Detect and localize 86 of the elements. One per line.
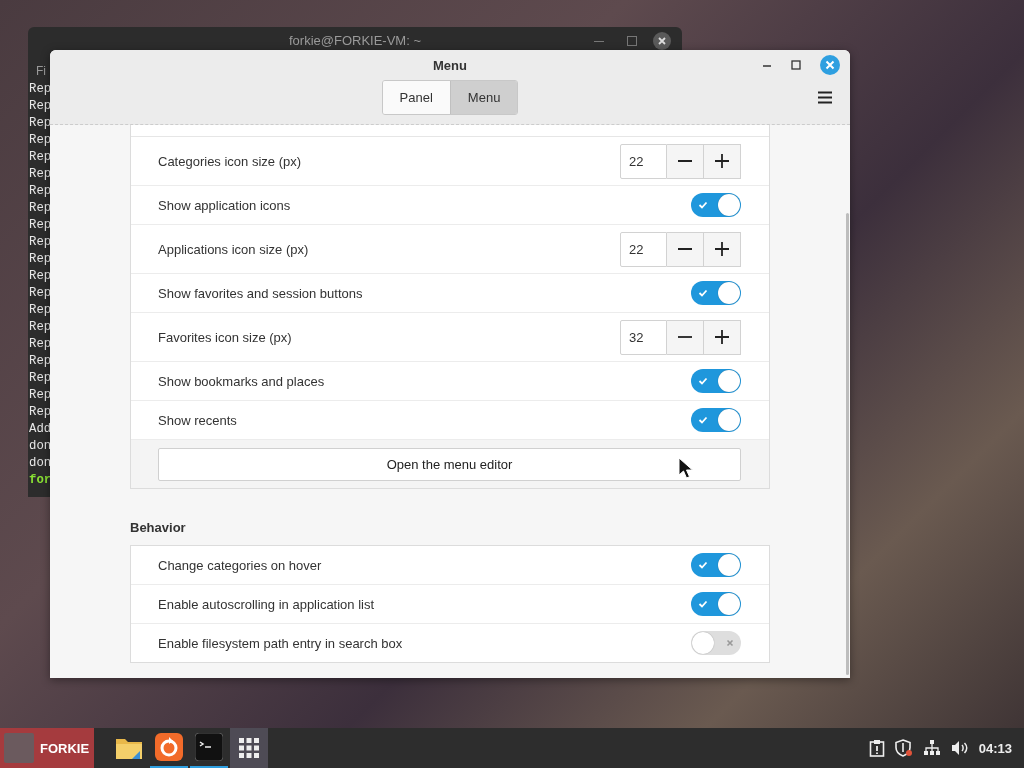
setting-label: Show application icons [158,197,291,213]
toggle-switch[interactable] [691,592,741,616]
minus-icon [677,336,693,338]
plus-icon [714,241,730,257]
setting-label: Categories icon size (px) [158,153,302,169]
menu-button[interactable]: FORKIE [0,728,94,768]
menu-icon[interactable] [817,91,833,104]
scrollbar[interactable] [846,213,849,675]
check-icon [698,376,708,386]
setting-label: Applications icon size (px) [158,241,309,257]
terminal-line: Rep [29,370,51,387]
cross-icon [725,638,735,648]
terminal-line: Rep [29,353,51,370]
toggle-switch[interactable] [691,408,741,432]
window-title: Menu [433,57,467,73]
terminal-line: Add [29,421,51,438]
terminal-line: Rep [29,251,51,268]
terminal-line: Rep [29,200,51,217]
toggle-switch[interactable] [691,631,741,655]
terminal-line: Rep [29,285,51,302]
number-field[interactable]: 32 [620,319,667,355]
decrement-button[interactable] [667,231,704,267]
setting-label: Enable filesystem path entry in search box [158,635,403,651]
decrement-button[interactable] [667,319,704,355]
terminal-line: Rep [29,336,51,353]
terminal-line: Rep [29,115,51,132]
grid-launcher[interactable] [230,728,268,768]
window-title: forkie@FORKIE-VM: ~ [289,32,421,48]
network-icon[interactable] [922,740,941,756]
terminal-line: Rep [29,234,51,251]
browser-icon [155,733,183,761]
increment-button[interactable] [704,319,741,355]
terminal-line: don [29,438,51,455]
setting-label: Show bookmarks and places [158,373,325,389]
toggle-switch[interactable] [691,369,741,393]
setting-label: Favorites icon size (px) [158,329,292,345]
setting-label: Change categories on hover [158,557,322,573]
terminal-line: Rep [29,149,51,166]
number-field[interactable]: 22 [620,143,667,179]
decrement-button[interactable] [667,143,704,179]
open-editor-button[interactable]: Open the menu editor [158,447,741,481]
toggle-switch[interactable] [691,281,741,305]
shield-icon[interactable] [894,739,913,757]
terminal-line: for [29,472,51,489]
clipboard-icon[interactable] [868,739,885,757]
minus-icon [677,248,693,250]
toggle-switch[interactable] [691,193,741,217]
terminal-line: Rep [29,81,51,98]
section-heading: Behavior [130,520,187,535]
terminal-line: Rep [29,183,51,200]
check-icon [698,288,708,298]
terminal-line: Rep [29,98,51,115]
check-icon [698,560,708,570]
toggle-switch[interactable] [691,553,741,577]
increment-button[interactable] [704,231,741,267]
terminal-line: Rep [29,166,51,183]
setting-label: Show favorites and session buttons [158,285,363,301]
terminal-line: Rep [29,319,51,336]
setting-label: Show recents [158,412,237,428]
plus-icon [714,153,730,169]
check-icon [698,599,708,609]
terminal-line: Rep [29,132,51,149]
terminal-line: Rep [29,217,51,234]
maximize-icon[interactable] [627,36,637,46]
terminal-icon [195,733,223,761]
terminal-line: Rep [29,268,51,285]
clock[interactable]: 04:13 [978,740,1012,756]
setting-label: Enable autoscrolling in application list [158,596,375,612]
terminal-line: Rep [29,387,51,404]
increment-button[interactable] [704,143,741,179]
terminal-line: don [29,455,51,472]
close-icon[interactable] [653,32,671,50]
tab[interactable]: Menu [449,81,518,114]
menu-item[interactable]: Fi [28,53,50,78]
check-icon [698,415,708,425]
tab[interactable]: Panel [382,81,450,114]
check-icon [698,200,708,210]
minus-icon [677,160,693,162]
maximize-icon[interactable] [791,60,801,70]
plus-icon [714,329,730,345]
number-field[interactable]: 22 [620,231,667,267]
terminal-line: Rep [29,404,51,421]
mouse-pointer-icon [678,457,694,479]
app-grid-icon [237,736,261,760]
terminal-line: Rep [29,302,51,319]
volume-icon[interactable] [950,740,969,756]
